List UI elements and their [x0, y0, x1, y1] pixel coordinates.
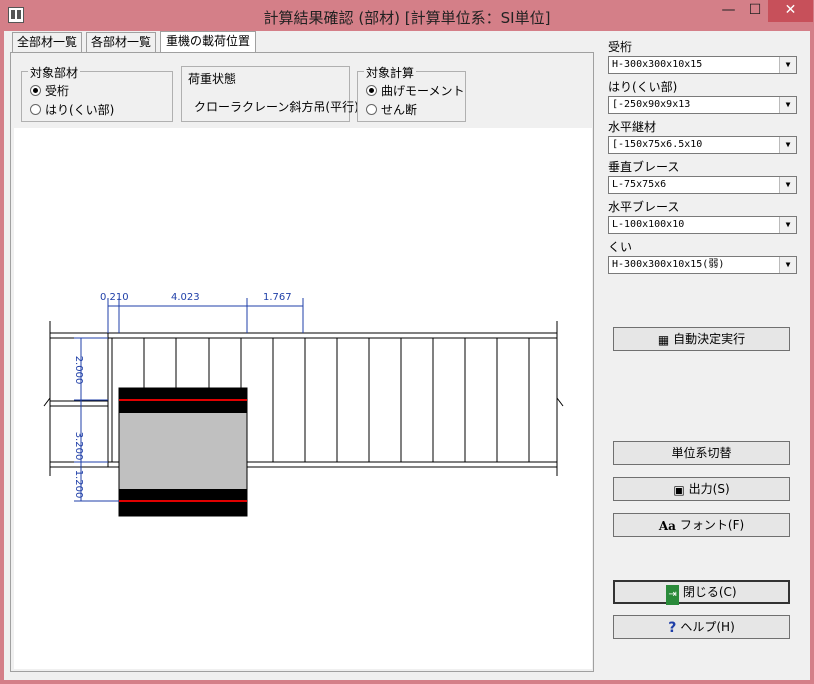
- font-icon: Aa: [658, 519, 676, 533]
- load-state-group: 荷重状態 クローラクレーン斜方吊(平行): [181, 66, 359, 122]
- select-girder[interactable]: H-300x300x10x15 ▼: [608, 56, 797, 74]
- dim-label-top-3: 1.767: [263, 292, 292, 303]
- label-pile: くい: [608, 240, 633, 254]
- calculator-icon: ▦: [657, 333, 670, 347]
- drawing-canvas: 0.210 4.023 1.767 2.000 3.200 1.200: [14, 128, 592, 669]
- select-horizontal-tie-value: [-150x75x6.5x10: [612, 139, 703, 150]
- radio-girder-label: 受桁: [45, 84, 70, 98]
- help-button[interactable]: ? ヘルプ(H): [613, 615, 790, 639]
- output-button[interactable]: ▣ 出力(S): [613, 477, 790, 501]
- load-state-title: 荷重状態: [188, 72, 237, 86]
- output-label: 出力(S): [688, 482, 730, 496]
- radio-selected-icon: [30, 85, 41, 96]
- select-vertical-brace[interactable]: L-75x75x6 ▼: [608, 176, 797, 194]
- radio-selected-icon: [366, 85, 377, 96]
- crane-position-drawing: 0.210 4.023 1.767 2.000 3.200 1.200: [43, 292, 564, 517]
- close-button[interactable]: ⇥ 閉じる(C): [613, 580, 790, 605]
- radio-bending-moment[interactable]: 曲げモーメント: [366, 82, 465, 99]
- maximize-button[interactable]: ☐: [742, 0, 768, 22]
- chevron-down-icon: ▼: [779, 97, 796, 113]
- crawler-track-bottom: [119, 489, 247, 516]
- font-button[interactable]: Aa フォント(F): [613, 513, 790, 537]
- close-label: 閉じる(C): [682, 585, 737, 599]
- auto-decide-button[interactable]: ▦ 自動決定実行: [613, 327, 790, 351]
- dim-label-top-1: 0.210: [100, 292, 129, 303]
- close-window-button[interactable]: ✕: [768, 0, 813, 22]
- break-mark-right: [556, 397, 564, 407]
- select-horizontal-brace-value: L-100x100x10: [612, 219, 685, 230]
- title-bar: 計算結果確認 (部材) [計算単位系：SI単位] — ☐ ✕: [0, 0, 814, 31]
- window-frame-left: [0, 31, 4, 684]
- label-horizontal-tie: 水平継材: [608, 120, 657, 134]
- dim-label-left-3: 1.200: [73, 470, 84, 499]
- select-horizontal-brace[interactable]: L-100x100x10 ▼: [608, 216, 797, 234]
- select-pile-value: H-300x300x10x15(弱): [612, 259, 725, 270]
- exit-icon: ⇥: [666, 585, 679, 605]
- radio-shear[interactable]: せん断: [366, 101, 417, 118]
- tab-crane-load-position[interactable]: 重機の載荷位置: [160, 31, 256, 53]
- label-beam-pile: はり(くい部): [608, 80, 678, 94]
- font-label: フォント(F): [679, 518, 745, 532]
- radio-beam-pile-label: はり(くい部): [45, 103, 115, 117]
- tab-all-members[interactable]: 全部材一覧: [12, 32, 82, 52]
- break-mark-left: [43, 397, 51, 407]
- select-beam-pile[interactable]: [-250x90x9x13 ▼: [608, 96, 797, 114]
- window-frame-right: [810, 31, 814, 684]
- select-horizontal-tie[interactable]: [-150x75x6.5x10 ▼: [608, 136, 797, 154]
- select-vertical-brace-value: L-75x75x6: [612, 179, 667, 190]
- radio-unselected-icon: [366, 104, 377, 115]
- help-label: ヘルプ(H): [680, 620, 735, 634]
- auto-decide-label: 自動決定実行: [673, 332, 746, 346]
- target-calc-group: 対象計算 曲げモーメント せん断: [357, 64, 466, 122]
- crane-crawler: [118, 387, 248, 517]
- label-vertical-brace: 垂直ブレース: [608, 160, 680, 174]
- dim-label-left-1: 2.000: [73, 356, 84, 385]
- window-frame-bottom: [0, 680, 814, 684]
- target-calc-title: 対象計算: [364, 64, 417, 81]
- select-pile[interactable]: H-300x300x10x15(弱) ▼: [608, 256, 797, 274]
- chevron-down-icon: ▼: [779, 177, 796, 193]
- select-girder-value: H-300x300x10x15: [612, 59, 703, 70]
- dim-label-top-2: 4.023: [171, 292, 200, 303]
- label-girder: 受桁: [608, 40, 633, 54]
- target-member-group: 対象部材 受桁 はり(くい部): [21, 64, 173, 122]
- dim-label-left-2: 3.200: [73, 432, 84, 461]
- window-title: 計算結果確認 (部材) [計算単位系：SI単位]: [263, 9, 551, 27]
- chevron-down-icon: ▼: [779, 57, 796, 73]
- load-state-value: クローラクレーン斜方吊(平行): [194, 100, 359, 114]
- radio-bending-moment-label: 曲げモーメント: [381, 84, 465, 98]
- chevron-down-icon: ▼: [779, 217, 796, 233]
- switch-units-button[interactable]: 単位系切替: [613, 441, 790, 465]
- radio-girder[interactable]: 受桁: [30, 82, 69, 99]
- help-icon: ?: [668, 620, 677, 636]
- save-icon: ▣: [673, 483, 685, 497]
- radio-unselected-icon: [30, 104, 41, 115]
- tab-each-member[interactable]: 各部材一覧: [86, 32, 156, 52]
- radio-shear-label: せん断: [381, 103, 418, 117]
- chevron-down-icon: ▼: [779, 137, 796, 153]
- target-member-title: 対象部材: [28, 64, 81, 81]
- select-beam-pile-value: [-250x90x9x13: [612, 99, 691, 110]
- label-horizontal-brace: 水平ブレース: [608, 200, 680, 214]
- radio-beam-pile[interactable]: はり(くい部): [30, 101, 114, 118]
- chevron-down-icon: ▼: [779, 257, 796, 273]
- minimize-button[interactable]: —: [715, 0, 742, 22]
